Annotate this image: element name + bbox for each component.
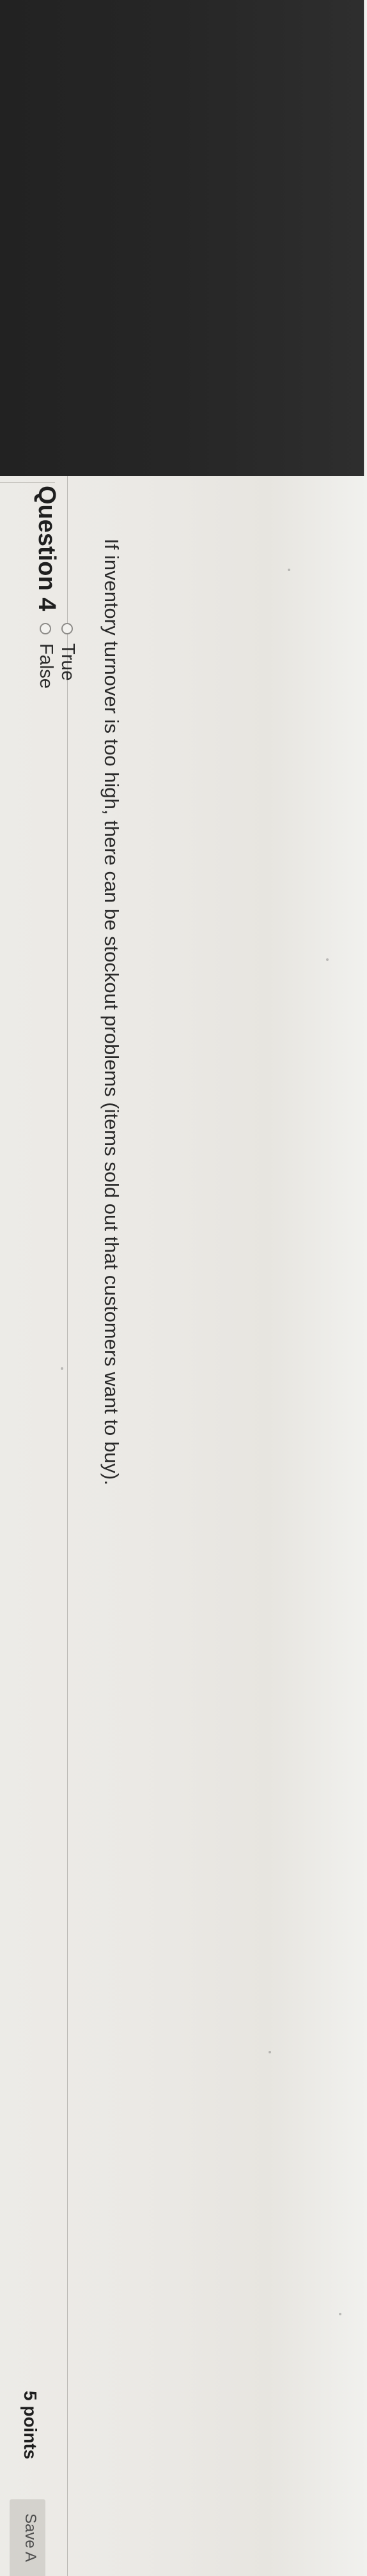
screen-speck	[339, 2313, 341, 2315]
question-title: Question 4	[33, 486, 60, 611]
option-true[interactable]: True	[57, 623, 78, 681]
screen-speck	[288, 569, 290, 571]
option-false-label: False	[36, 643, 56, 689]
radio-circle-icon[interactable]	[61, 623, 74, 634]
dark-header-area	[0, 0, 367, 476]
screen-speck	[326, 958, 329, 961]
option-true-label: True	[58, 643, 78, 681]
screen-speck	[61, 1367, 63, 1370]
screen-speck	[269, 2051, 271, 2053]
points-label: 5 points	[20, 2391, 40, 2460]
photo-of-screen: Question 4 If inventory turnover is too …	[0, 0, 367, 2576]
question-left-rule	[0, 482, 55, 483]
question-prompt: If inventory turnover is too high, there…	[100, 539, 123, 1485]
save-answer-label: Save A	[22, 2513, 39, 2563]
save-answer-button[interactable]: Save A	[10, 2499, 45, 2576]
option-false[interactable]: False	[35, 623, 56, 689]
question-header-rule	[67, 476, 68, 2576]
radio-circle-icon[interactable]	[40, 623, 52, 634]
rotated-screen: Question 4 If inventory turnover is too …	[0, 0, 367, 2576]
